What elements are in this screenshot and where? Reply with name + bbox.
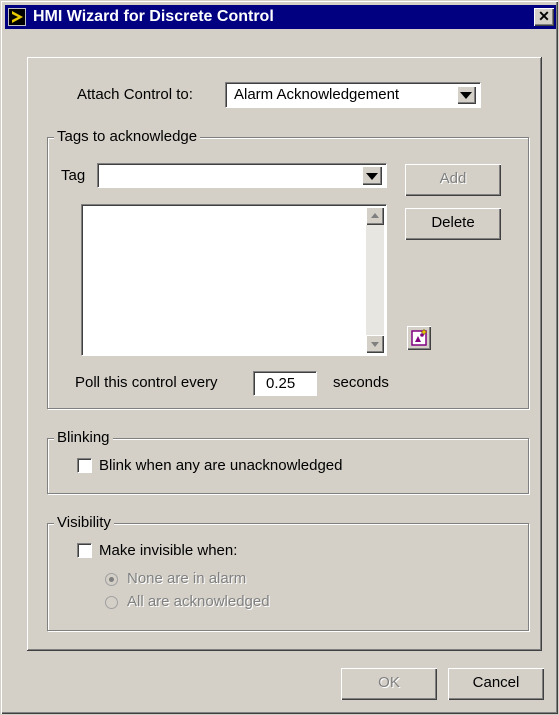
invisible-checkbox-label: Make invisible when: bbox=[99, 542, 238, 559]
blink-checkbox-box[interactable] bbox=[77, 458, 92, 473]
blink-checkbox-label: Blink when any are unacknowledged bbox=[99, 457, 343, 474]
attach-dropdown-value: Alarm Acknowledgement bbox=[234, 86, 400, 103]
tag-label: Tag bbox=[61, 167, 86, 184]
poll-interval-input[interactable]: 0.25 bbox=[253, 371, 317, 396]
invisible-checkbox-box[interactable] bbox=[77, 543, 92, 558]
radio-all-acknowledged[interactable]: All are acknowledged bbox=[105, 593, 325, 611]
chevron-down-icon bbox=[460, 92, 472, 99]
radio-none-in-alarm-label: None are in alarm bbox=[127, 570, 247, 587]
content-panel: Attach Control to: Alarm Acknowledgement… bbox=[27, 57, 542, 651]
attach-label: Attach Control to: bbox=[77, 86, 193, 103]
image-icon bbox=[411, 328, 428, 346]
visibility-group-label: Visibility bbox=[54, 515, 114, 531]
radio-selected-dot bbox=[109, 577, 114, 582]
tag-dropdown-button[interactable] bbox=[362, 166, 382, 185]
attach-dropdown[interactable]: Alarm Acknowledgement bbox=[225, 82, 481, 108]
delete-button[interactable]: Delete bbox=[405, 208, 501, 240]
browse-image-button[interactable] bbox=[407, 326, 431, 350]
list-scrollbar[interactable] bbox=[366, 207, 384, 353]
close-button[interactable]: ✕ bbox=[534, 8, 554, 26]
tag-dropdown[interactable] bbox=[97, 163, 387, 188]
blinking-group-label: Blinking bbox=[54, 430, 113, 446]
scroll-up-button[interactable] bbox=[366, 207, 384, 225]
tags-group-label: Tags to acknowledge bbox=[54, 129, 201, 145]
scroll-up-icon bbox=[371, 213, 379, 218]
invisible-checkbox[interactable]: Make invisible when: bbox=[77, 541, 317, 561]
dialog-window: HMI Wizard for Discrete Control ✕ Attach… bbox=[0, 0, 559, 715]
cancel-button[interactable]: Cancel bbox=[448, 668, 544, 700]
chevron-down-icon bbox=[366, 173, 378, 180]
scroll-down-icon bbox=[371, 342, 379, 347]
blink-checkbox[interactable]: Blink when any are unacknowledged bbox=[77, 456, 417, 476]
add-button[interactable]: Add bbox=[405, 164, 501, 196]
poll-interval-value: 0.25 bbox=[266, 375, 296, 392]
window-title: HMI Wizard for Discrete Control bbox=[33, 8, 274, 25]
radio-none-in-alarm[interactable]: None are in alarm bbox=[105, 570, 305, 588]
ok-button[interactable]: OK bbox=[341, 668, 437, 700]
radio-all-acknowledged-label: All are acknowledged bbox=[127, 593, 270, 610]
radio-all-acknowledged-circle[interactable] bbox=[105, 596, 118, 609]
tags-listbox[interactable] bbox=[81, 204, 387, 356]
attach-dropdown-button[interactable] bbox=[457, 86, 476, 104]
scroll-down-button[interactable] bbox=[366, 335, 384, 353]
poll-label: Poll this control every bbox=[75, 374, 218, 391]
close-icon: ✕ bbox=[538, 8, 550, 24]
title-bar[interactable]: HMI Wizard for Discrete Control ✕ bbox=[5, 5, 556, 29]
radio-none-in-alarm-circle[interactable] bbox=[105, 573, 118, 586]
app-icon bbox=[8, 8, 26, 26]
poll-unit-label: seconds bbox=[333, 374, 389, 391]
